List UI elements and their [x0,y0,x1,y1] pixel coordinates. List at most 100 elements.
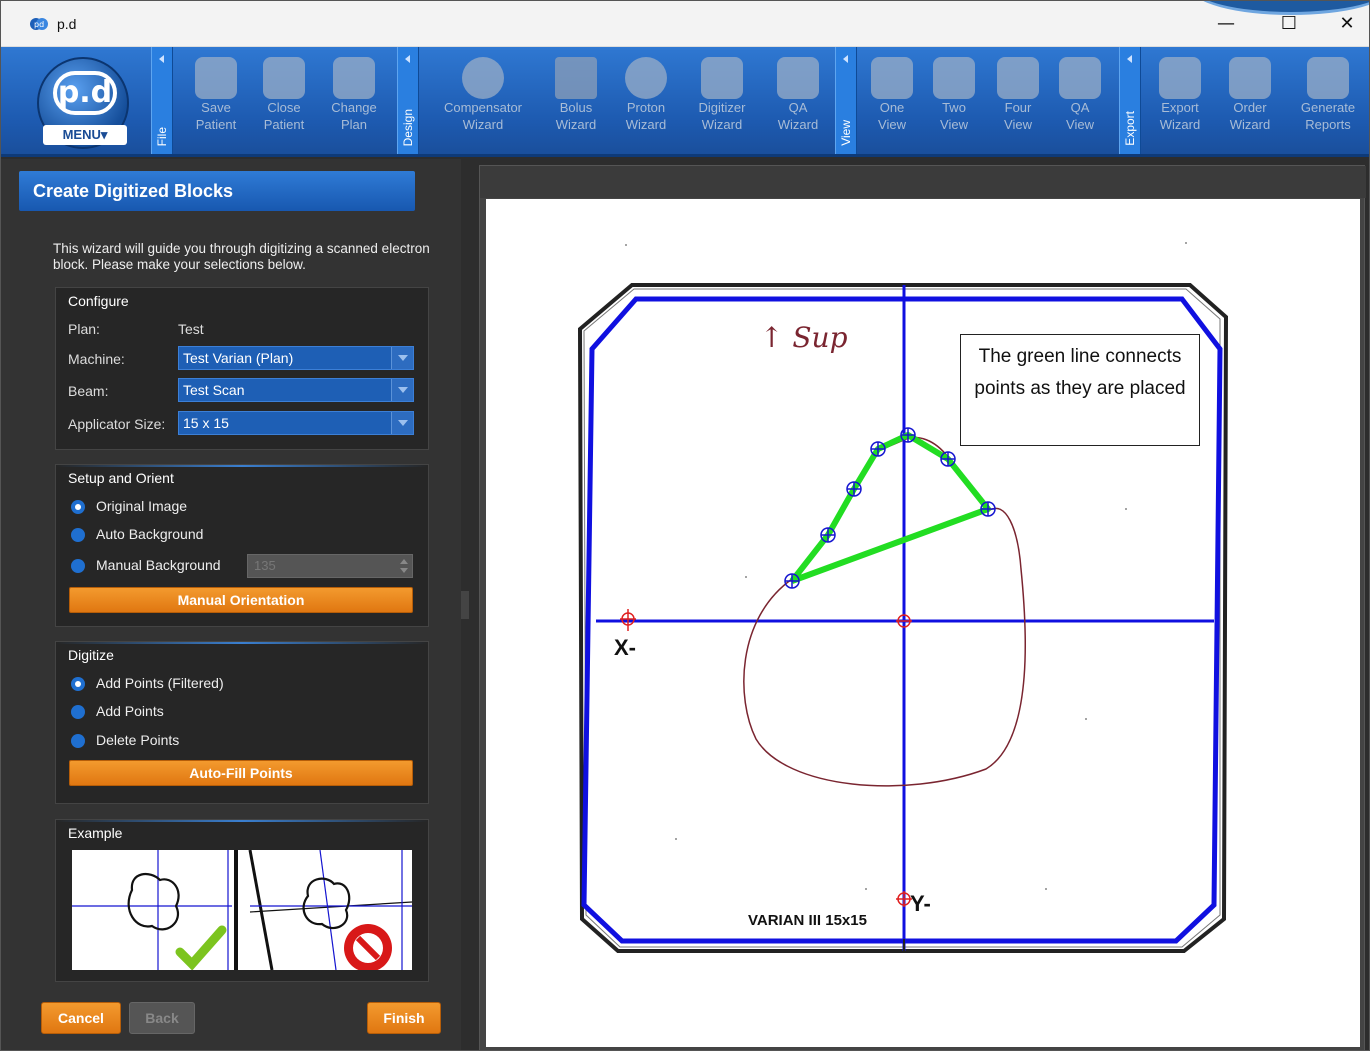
order-wizard-button[interactable]: Order Wizard [1219,55,1281,151]
radio-label: Auto Background [96,526,204,542]
back-button[interactable]: Back [129,1002,195,1034]
scanned-block-image[interactable]: ↑ Sup X- Y- VARIAN III 15x15 [486,199,1360,1047]
button-label-line1: Proton [626,100,666,115]
finish-button[interactable]: Finish [367,1002,441,1034]
qa-view-icon [1059,57,1101,99]
export-wizard-button[interactable]: Export Wizard [1151,55,1209,151]
ribbon-group-file[interactable]: File [151,47,173,154]
scan-canvas[interactable]: ↑ Sup X- Y- VARIAN III 15x15 The green l… [486,199,1360,1047]
chevron-down-icon [391,412,413,434]
close-button[interactable]: ✕ [1327,9,1367,39]
button-label-line2: Wizard [1159,117,1201,132]
save-patient-icon [195,57,237,99]
original-image-radio[interactable]: Original Image [71,496,371,518]
minimize-button[interactable]: — [1206,9,1246,39]
change-plan-button[interactable]: Change Plan [323,55,385,151]
close-patient-button[interactable]: Close Patient [255,55,313,151]
button-label-line1: Four [1004,100,1032,115]
beam-label: Beam: [68,383,109,399]
one-view-button[interactable]: One View [865,55,919,151]
auto-background-radio[interactable]: Auto Background [71,524,371,546]
bolus-wizard-button[interactable]: Bolus Wizard [547,55,605,151]
export-icon [1159,57,1201,99]
cancel-button[interactable]: Cancel [41,1002,121,1034]
menu-button[interactable]: p.d MENU▾ [37,57,129,149]
two-view-button[interactable]: Two View [927,55,981,151]
radio-label: Original Image [96,498,188,514]
app-logo-icon: pd [30,18,48,30]
plan-value: Test [178,321,204,337]
stepper-arrows-icon [400,559,408,573]
button-label-line1: Digitizer [698,100,746,115]
button-label-line2: Reports [1305,117,1351,132]
app-window: pd p.d — ☐ ✕ p.d MENU▾ File Save Patient… [0,0,1370,1051]
button-label-line2: Patient [263,117,305,132]
button-label-line1: Order [1233,100,1267,115]
delete-points-radio[interactable]: Delete Points [71,730,371,752]
manual-orientation-button[interactable]: Manual Orientation [69,587,413,613]
radio-label: Manual Background [96,557,221,573]
digitizer-icon [701,57,743,99]
ribbon-group-export[interactable]: Export [1119,47,1141,154]
panel-title: Create Digitized Blocks [19,171,415,211]
qa-wizard-button[interactable]: QA Wizard [767,55,829,151]
configure-section: Configure Plan: Test Machine: Test Varia… [55,287,429,450]
add-points-filtered-radio[interactable]: Add Points (Filtered) [71,673,371,695]
block-id-label: VARIAN III 15x15 [748,912,867,929]
ribbon-group-view[interactable]: View [835,47,857,154]
button-label-line2: View [940,117,968,132]
order-icon [1229,57,1271,99]
collapse-arrow-icon [843,55,848,63]
button-label-line1: Generate [1300,100,1356,115]
add-points-radio[interactable]: Add Points [71,701,371,723]
button-label-line2: Wizard [1229,117,1271,132]
proton-icon [625,57,667,99]
ribbon-group-label: File [155,126,169,146]
button-label-line1: Change [331,100,377,115]
four-view-button[interactable]: Four View [991,55,1045,151]
maximize-button[interactable]: ☐ [1269,9,1309,39]
button-label-line2: Wizard [777,117,819,132]
button-label-line1: One [879,100,905,115]
button-label-line1: Close [267,100,301,115]
generate-reports-button[interactable]: Generate Reports [1291,55,1365,151]
chevron-down-icon [391,347,413,369]
radio-label: Add Points (Filtered) [96,675,224,691]
compensator-icon [462,57,504,99]
beam-select[interactable]: Test Scan [178,378,414,402]
applicator-select[interactable]: 15 x 15 [178,411,414,435]
manual-background-radio[interactable]: Manual Background [71,555,241,577]
manual-background-stepper[interactable]: 135 [247,554,413,578]
button-label-line2: Plan [340,117,368,132]
stepper-value: 135 [254,558,276,573]
ribbon-group-design[interactable]: Design [397,47,419,154]
radio-icon [71,559,85,573]
image-viewer: ↑ Sup X- Y- VARIAN III 15x15 The green l… [479,165,1366,1050]
save-patient-button[interactable]: Save Patient [187,55,245,151]
machine-select[interactable]: Test Varian (Plan) [178,346,414,370]
qa-wizard-icon [777,57,819,99]
machine-label: Machine: [68,351,125,367]
compensator-wizard-button[interactable]: Compensator Wizard [431,55,535,151]
digitizer-wizard-button[interactable]: Digitizer Wizard [687,55,757,151]
qa-view-button[interactable]: QA View [1053,55,1107,151]
four-view-icon [997,57,1039,99]
button-label-line2: Wizard [462,117,504,132]
button-label-line2: View [1066,117,1094,132]
x-minus-label: X- [614,635,636,660]
button-label-line1: QA [1070,100,1090,115]
button-label-line1: Two [942,100,966,115]
panel-splitter-handle[interactable] [461,591,469,619]
button-label-line1: Bolus [559,100,593,115]
title-bar: pd p.d — ☐ ✕ [1,1,1369,47]
plan-label: Plan: [68,321,100,337]
button-label-line1: Export [1161,100,1199,115]
button-label-line2: Wizard [625,117,667,132]
collapse-arrow-icon [405,55,410,63]
proton-wizard-button[interactable]: Proton Wizard [615,55,677,151]
digitized-point-markers [784,427,996,589]
auto-fill-points-button[interactable]: Auto-Fill Points [69,760,413,786]
change-plan-icon [333,57,375,99]
section-title: Example [68,825,123,841]
radio-label: Delete Points [96,732,180,748]
